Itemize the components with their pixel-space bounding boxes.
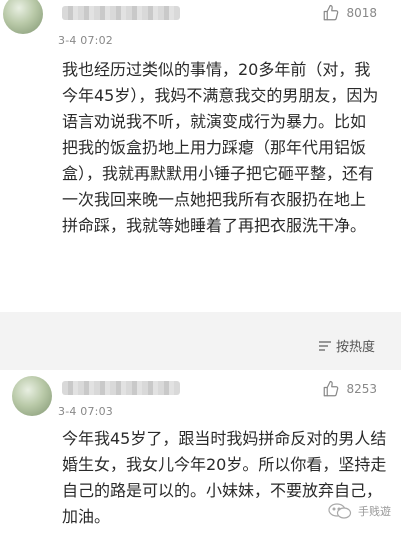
like-button[interactable]: 8253 bbox=[322, 380, 377, 398]
comment-timestamp: 3-4 07:02 bbox=[58, 34, 113, 47]
thumbs-up-icon bbox=[322, 380, 340, 398]
comment-text: 我也经历过类似的事情，20多年前（对，我今年45岁），我妈不满意我交的男朋友，因… bbox=[62, 60, 379, 235]
thumbs-up-icon bbox=[322, 4, 340, 22]
watermark-text: 手贱遊 bbox=[358, 505, 391, 518]
sort-icon bbox=[318, 340, 332, 352]
like-button[interactable]: 8018 bbox=[322, 4, 377, 22]
avatar[interactable] bbox=[3, 0, 43, 34]
wechat-logo-icon bbox=[328, 503, 352, 519]
comment-timestamp: 3-4 07:03 bbox=[58, 405, 113, 418]
username-blurred[interactable] bbox=[62, 381, 180, 395]
sort-label: 按热度 bbox=[335, 340, 375, 355]
like-count: 8253 bbox=[346, 382, 377, 396]
username-blurred[interactable] bbox=[62, 6, 180, 20]
sort-by-popularity-button[interactable]: 按热度 bbox=[318, 336, 375, 355]
like-count: 8018 bbox=[346, 6, 377, 20]
avatar[interactable] bbox=[12, 376, 52, 416]
comment-card: 3-4 07:02 8018 我也经历过类似的事情，20多年前（对，我今年45岁… bbox=[0, 0, 401, 312]
watermark: 手贱遊 bbox=[328, 503, 391, 519]
